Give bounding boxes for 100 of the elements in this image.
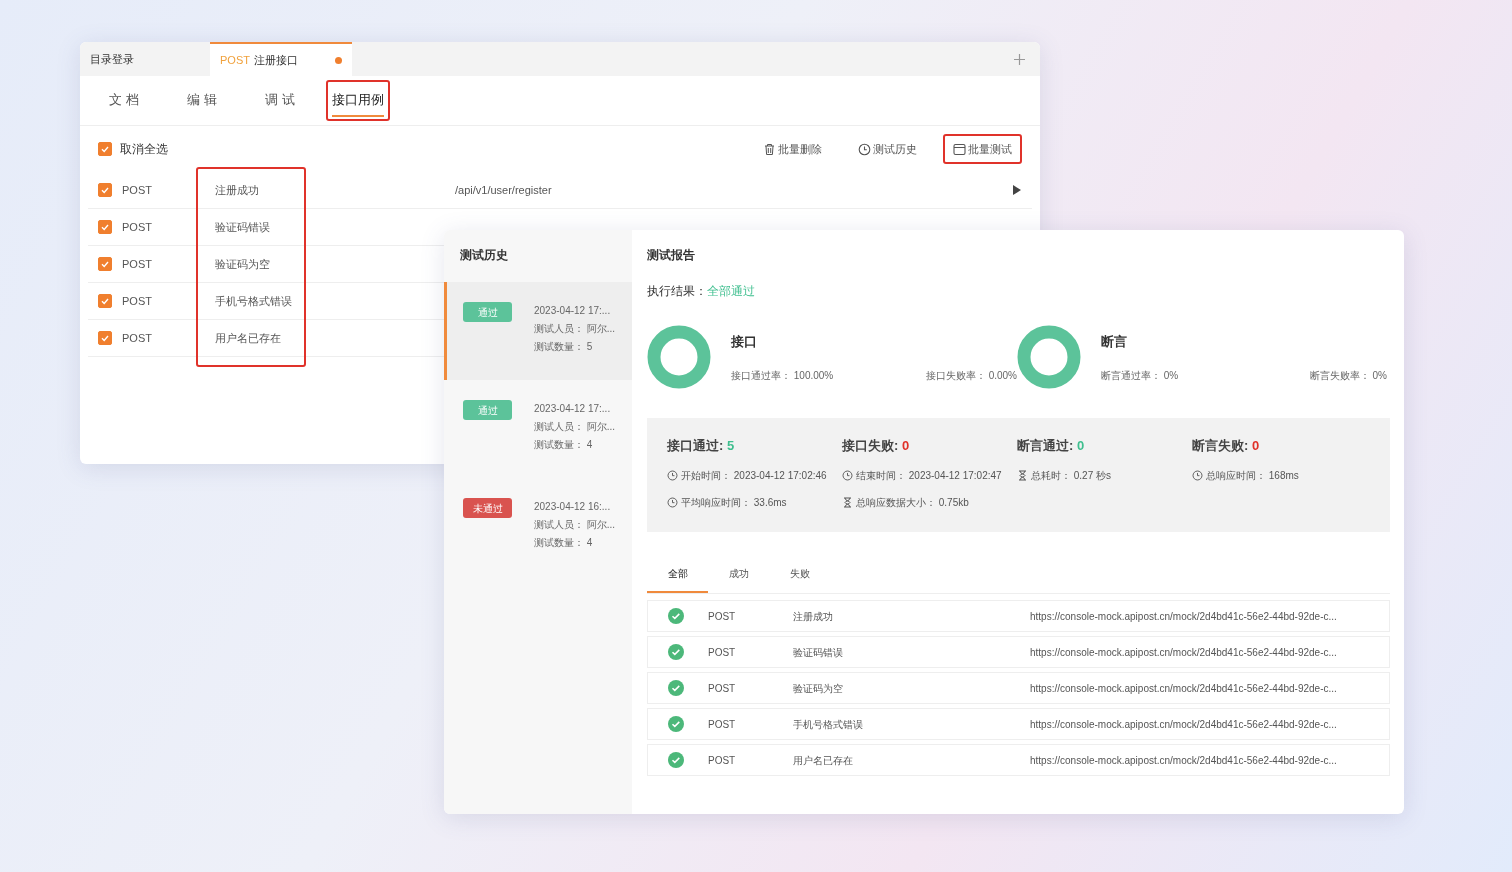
- request-url: https://console-mock.apipost.cn/mock/2d4bd41c-56e2-44bd-92de-c...: [1030, 609, 1337, 624]
- detail-text: 总耗时： 0.27 秒s: [1031, 468, 1112, 483]
- request-url: https://console-mock.apipost.cn/mock/2d4bd41c-56e2-44bd-92de-c...: [1030, 681, 1337, 696]
- history-item[interactable]: 通过 2023-04-12 17:... 测试人员： 阿尔... 测试数量： 5: [444, 282, 632, 380]
- check-icon: [100, 185, 110, 195]
- method-label: POST: [708, 609, 737, 624]
- counter-value: 0: [1075, 438, 1085, 454]
- window-icon: [953, 142, 966, 156]
- clock-icon: [858, 142, 871, 156]
- history-text: 2023-04-12 16:...: [534, 500, 612, 514]
- check-icon: [100, 259, 110, 269]
- method-label: POST: [122, 293, 153, 309]
- counter-value: 0: [1250, 438, 1260, 454]
- case-name: 用户名已存在: [215, 330, 282, 346]
- case-name: 验证码为空: [793, 681, 844, 696]
- trash-icon: [763, 142, 776, 156]
- method-label: POST: [122, 256, 153, 272]
- history-text: 测试数量： 4: [534, 438, 594, 452]
- case-name: 验证码为空: [215, 256, 271, 272]
- select-all-label: 取消全选: [120, 141, 168, 158]
- panel-title: 测试历史: [459, 247, 509, 264]
- filter-tab[interactable]: 全部: [647, 560, 708, 594]
- method-label: POST: [708, 681, 737, 696]
- clock-icon: [667, 496, 678, 508]
- tab[interactable]: 编 辑: [176, 83, 228, 118]
- result-label: 执行结果：: [647, 284, 707, 299]
- result-value: 全部通过: [707, 284, 755, 299]
- counter-label: 断言通过:: [1017, 438, 1074, 454]
- unsaved-dot: [335, 56, 342, 64]
- history-text: 2023-04-12 17:...: [534, 304, 612, 318]
- checkbox[interactable]: [98, 331, 112, 345]
- request-url: https://console-mock.apipost.cn/mock/2d4bd41c-56e2-44bd-92de-c...: [1030, 645, 1337, 660]
- method-label: POST: [708, 753, 737, 768]
- filter-tab[interactable]: 失败: [769, 560, 830, 594]
- detail-text: 开始时间： 2023-04-12 17:02:46: [681, 468, 827, 483]
- stat-text: 接口失败率： 0.00%: [925, 368, 1017, 383]
- history-item[interactable]: 通过 2023-04-12 17:... 测试人员： 阿尔... 测试数量： 4: [444, 380, 632, 478]
- counter-value: 0: [900, 438, 910, 454]
- case-name: 手机号格式错误: [793, 717, 864, 732]
- history-text: 测试人员： 阿尔...: [534, 518, 616, 532]
- check-icon: [100, 296, 110, 306]
- window-tab[interactable]: 目录登录: [80, 42, 210, 76]
- checkbox[interactable]: [98, 142, 112, 156]
- hourglass-icon: [842, 496, 853, 508]
- play-icon[interactable]: [1012, 184, 1022, 196]
- detail-text: 总响应数据大小： 0.75kb: [856, 495, 969, 510]
- case-name: 验证码错误: [793, 645, 844, 660]
- detail-text: 结束时间： 2023-04-12 17:02:47: [856, 468, 1002, 483]
- history-text: 测试人员： 阿尔...: [534, 420, 616, 434]
- add-icon[interactable]: [1013, 52, 1026, 66]
- history-text: 测试人员： 阿尔...: [534, 322, 616, 336]
- history-text: 2023-04-12 17:...: [534, 402, 612, 416]
- endpoint-path: /api/v1/user/register: [455, 182, 553, 198]
- checkbox[interactable]: [98, 183, 112, 197]
- history-text: 测试数量： 5: [534, 340, 594, 354]
- stat-text: 断言失败率： 0%: [1309, 368, 1387, 383]
- summary-title: 断言: [1101, 333, 1128, 352]
- counter-label: 接口失败:: [842, 438, 899, 454]
- tab[interactable]: 文 档: [98, 83, 150, 118]
- checkbox[interactable]: [98, 257, 112, 271]
- tab[interactable]: 接口用例: [332, 83, 384, 118]
- checkbox[interactable]: [98, 220, 112, 234]
- history-item[interactable]: 未通过 2023-04-12 16:... 测试人员： 阿尔... 测试数量： 4: [444, 478, 632, 576]
- clock-icon: [1192, 469, 1203, 481]
- counter-label: 接口通过:: [667, 438, 724, 454]
- toolbar-button[interactable]: 测试历史: [854, 137, 921, 161]
- donut-chart: [647, 325, 711, 390]
- status-badge: 通过: [463, 400, 512, 420]
- case-name: 验证码错误: [215, 219, 271, 235]
- panel-title: 测试报告: [647, 248, 696, 263]
- donut-chart: [1017, 325, 1081, 390]
- case-name: 用户名已存在: [793, 753, 854, 768]
- check-icon: [100, 222, 110, 232]
- request-url: https://console-mock.apipost.cn/mock/2d4bd41c-56e2-44bd-92de-c...: [1030, 717, 1337, 732]
- tab[interactable]: 调 试: [254, 83, 306, 118]
- check-icon: [100, 333, 110, 343]
- filter-tab[interactable]: 成功: [708, 560, 769, 594]
- method-label: POST: [708, 645, 737, 660]
- method-label: POST: [122, 182, 153, 198]
- toolbar-button[interactable]: 批量删除: [759, 137, 826, 161]
- request-url: https://console-mock.apipost.cn/mock/2d4bd41c-56e2-44bd-92de-c...: [1030, 753, 1337, 768]
- status-badge: 未通过: [463, 498, 512, 518]
- clock-icon: [842, 469, 853, 481]
- case-name: 注册成功: [793, 609, 834, 624]
- case-name: 注册成功: [215, 182, 260, 198]
- counter-value: 5: [725, 438, 735, 454]
- history-text: 测试数量： 4: [534, 536, 594, 550]
- clock-icon: [667, 469, 678, 481]
- detail-text: 总响应时间： 168ms: [1206, 468, 1299, 483]
- check-icon: [100, 144, 110, 154]
- checkbox[interactable]: [98, 294, 112, 308]
- hourglass-icon: [1017, 469, 1028, 481]
- stat-text: 接口通过率： 100.00%: [731, 368, 834, 383]
- window-tab[interactable]: POST 注册接口: [210, 42, 352, 76]
- counter-label: 断言失败:: [1192, 438, 1249, 454]
- toolbar-button[interactable]: 批量测试: [949, 137, 1016, 161]
- method-label: POST: [708, 717, 737, 732]
- case-name: 手机号格式错误: [215, 293, 293, 309]
- stat-text: 断言通过率： 0%: [1101, 368, 1179, 383]
- method-label: POST: [122, 330, 153, 346]
